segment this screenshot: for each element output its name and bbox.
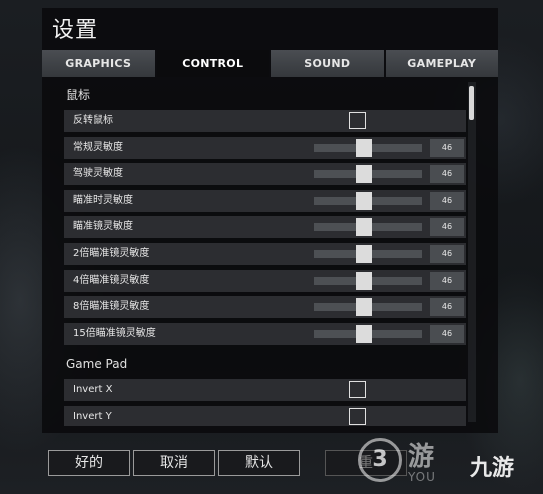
sensitivity-slider[interactable] xyxy=(314,271,422,290)
setting-row-sensitivity: 4倍瞄准镜灵敏度 46 xyxy=(64,269,466,292)
watermark-brand: 九游 xyxy=(470,456,515,481)
ok-button[interactable]: 好的 xyxy=(48,450,130,476)
setting-label: 4倍瞄准镜灵敏度 xyxy=(73,274,150,286)
section-title-gamepad: Game Pad xyxy=(66,357,128,372)
setting-row-sensitivity: 15倍瞄准镜灵敏度 46 xyxy=(64,322,466,345)
sensitivity-slider[interactable] xyxy=(314,298,422,317)
scrollbar-thumb[interactable] xyxy=(469,86,474,120)
sensitivity-slider[interactable] xyxy=(314,218,422,237)
section-title-mouse: 鼠标 xyxy=(66,88,91,102)
sensitivity-value-field[interactable]: 46 xyxy=(430,324,464,343)
setting-row-sensitivity: 瞄准镜灵敏度 46 xyxy=(64,216,466,239)
setting-label: 瞄准镜灵敏度 xyxy=(73,221,133,233)
setting-label: 驾驶灵敏度 xyxy=(73,168,123,180)
scrollbar[interactable] xyxy=(468,82,476,422)
setting-row-sensitivity: 8倍瞄准镜灵敏度 46 xyxy=(64,296,466,319)
slider-handle[interactable] xyxy=(355,138,372,157)
sensitivity-value-field[interactable]: 46 xyxy=(430,191,464,210)
setting-row-sensitivity: 驾驶灵敏度 46 xyxy=(64,163,466,186)
slider-handle[interactable] xyxy=(355,324,372,343)
watermark-main: 游 xyxy=(408,442,435,472)
sensitivity-slider[interactable] xyxy=(314,165,422,184)
setting-row-invert-x: Invert X xyxy=(64,379,466,402)
sensitivity-value-field[interactable]: 46 xyxy=(430,218,464,237)
cancel-button[interactable]: 取消 xyxy=(133,450,215,476)
setting-label: 8倍瞄准镜灵敏度 xyxy=(73,301,150,313)
setting-row-sensitivity: 常规灵敏度 46 xyxy=(64,136,466,159)
setting-label: Invert Y xyxy=(73,410,112,422)
sensitivity-value-field[interactable]: 46 xyxy=(430,138,464,157)
invert-mouse-checkbox[interactable] xyxy=(349,112,366,129)
tab-gameplay[interactable]: GAMEPLAY xyxy=(385,50,498,77)
invert-y-checkbox[interactable] xyxy=(349,407,366,425)
settings-list: 鼠标 反转鼠标 常规灵敏度 46 驾驶灵敏度 46 瞄准时灵敏度 46 瞄准镜灵敏度 46 2倍… xyxy=(54,80,480,426)
setting-row-sensitivity: 2倍瞄准镜灵敏度 46 xyxy=(64,242,466,265)
sensitivity-slider[interactable] xyxy=(314,244,422,263)
sensitivity-value-field[interactable]: 46 xyxy=(430,165,464,184)
watermark: 3 游 YOU 九游 xyxy=(352,432,543,494)
tab-control[interactable]: CONTROL xyxy=(156,50,269,77)
sensitivity-slider[interactable] xyxy=(314,324,422,343)
slider-handle[interactable] xyxy=(355,191,372,210)
setting-label: 常规灵敏度 xyxy=(73,141,123,153)
sensitivity-slider[interactable] xyxy=(314,138,422,157)
watermark-badge: 3 xyxy=(358,438,402,482)
invert-x-checkbox[interactable] xyxy=(349,381,366,399)
setting-row-invert-mouse: 反转鼠标 xyxy=(64,110,466,132)
default-button[interactable]: 默认 xyxy=(218,450,300,476)
slider-handle[interactable] xyxy=(355,244,372,263)
setting-label: 2倍瞄准镜灵敏度 xyxy=(73,247,150,259)
slider-handle[interactable] xyxy=(355,165,372,184)
sensitivity-value-field[interactable]: 46 xyxy=(430,244,464,263)
tab-graphics[interactable]: GRAPHICS xyxy=(42,50,155,77)
page-title: 设置 xyxy=(52,18,99,43)
setting-row-sensitivity: 瞄准时灵敏度 46 xyxy=(64,189,466,212)
watermark-sub: YOU xyxy=(408,470,436,484)
slider-handle[interactable] xyxy=(355,298,372,317)
tab-bar: GRAPHICS CONTROL SOUND GAMEPLAY xyxy=(42,50,498,77)
setting-label: 15倍瞄准镜灵敏度 xyxy=(73,327,156,339)
sensitivity-slider[interactable] xyxy=(314,191,422,210)
setting-label: 瞄准时灵敏度 xyxy=(73,194,133,206)
slider-handle[interactable] xyxy=(355,271,372,290)
setting-label: 反转鼠标 xyxy=(73,115,113,126)
sensitivity-value-field[interactable]: 46 xyxy=(430,298,464,317)
tab-sound[interactable]: SOUND xyxy=(271,50,384,77)
setting-row-invert-y: Invert Y xyxy=(64,405,466,426)
slider-handle[interactable] xyxy=(355,218,372,237)
setting-label: Invert X xyxy=(73,384,113,396)
sensitivity-value-field[interactable]: 46 xyxy=(430,271,464,290)
